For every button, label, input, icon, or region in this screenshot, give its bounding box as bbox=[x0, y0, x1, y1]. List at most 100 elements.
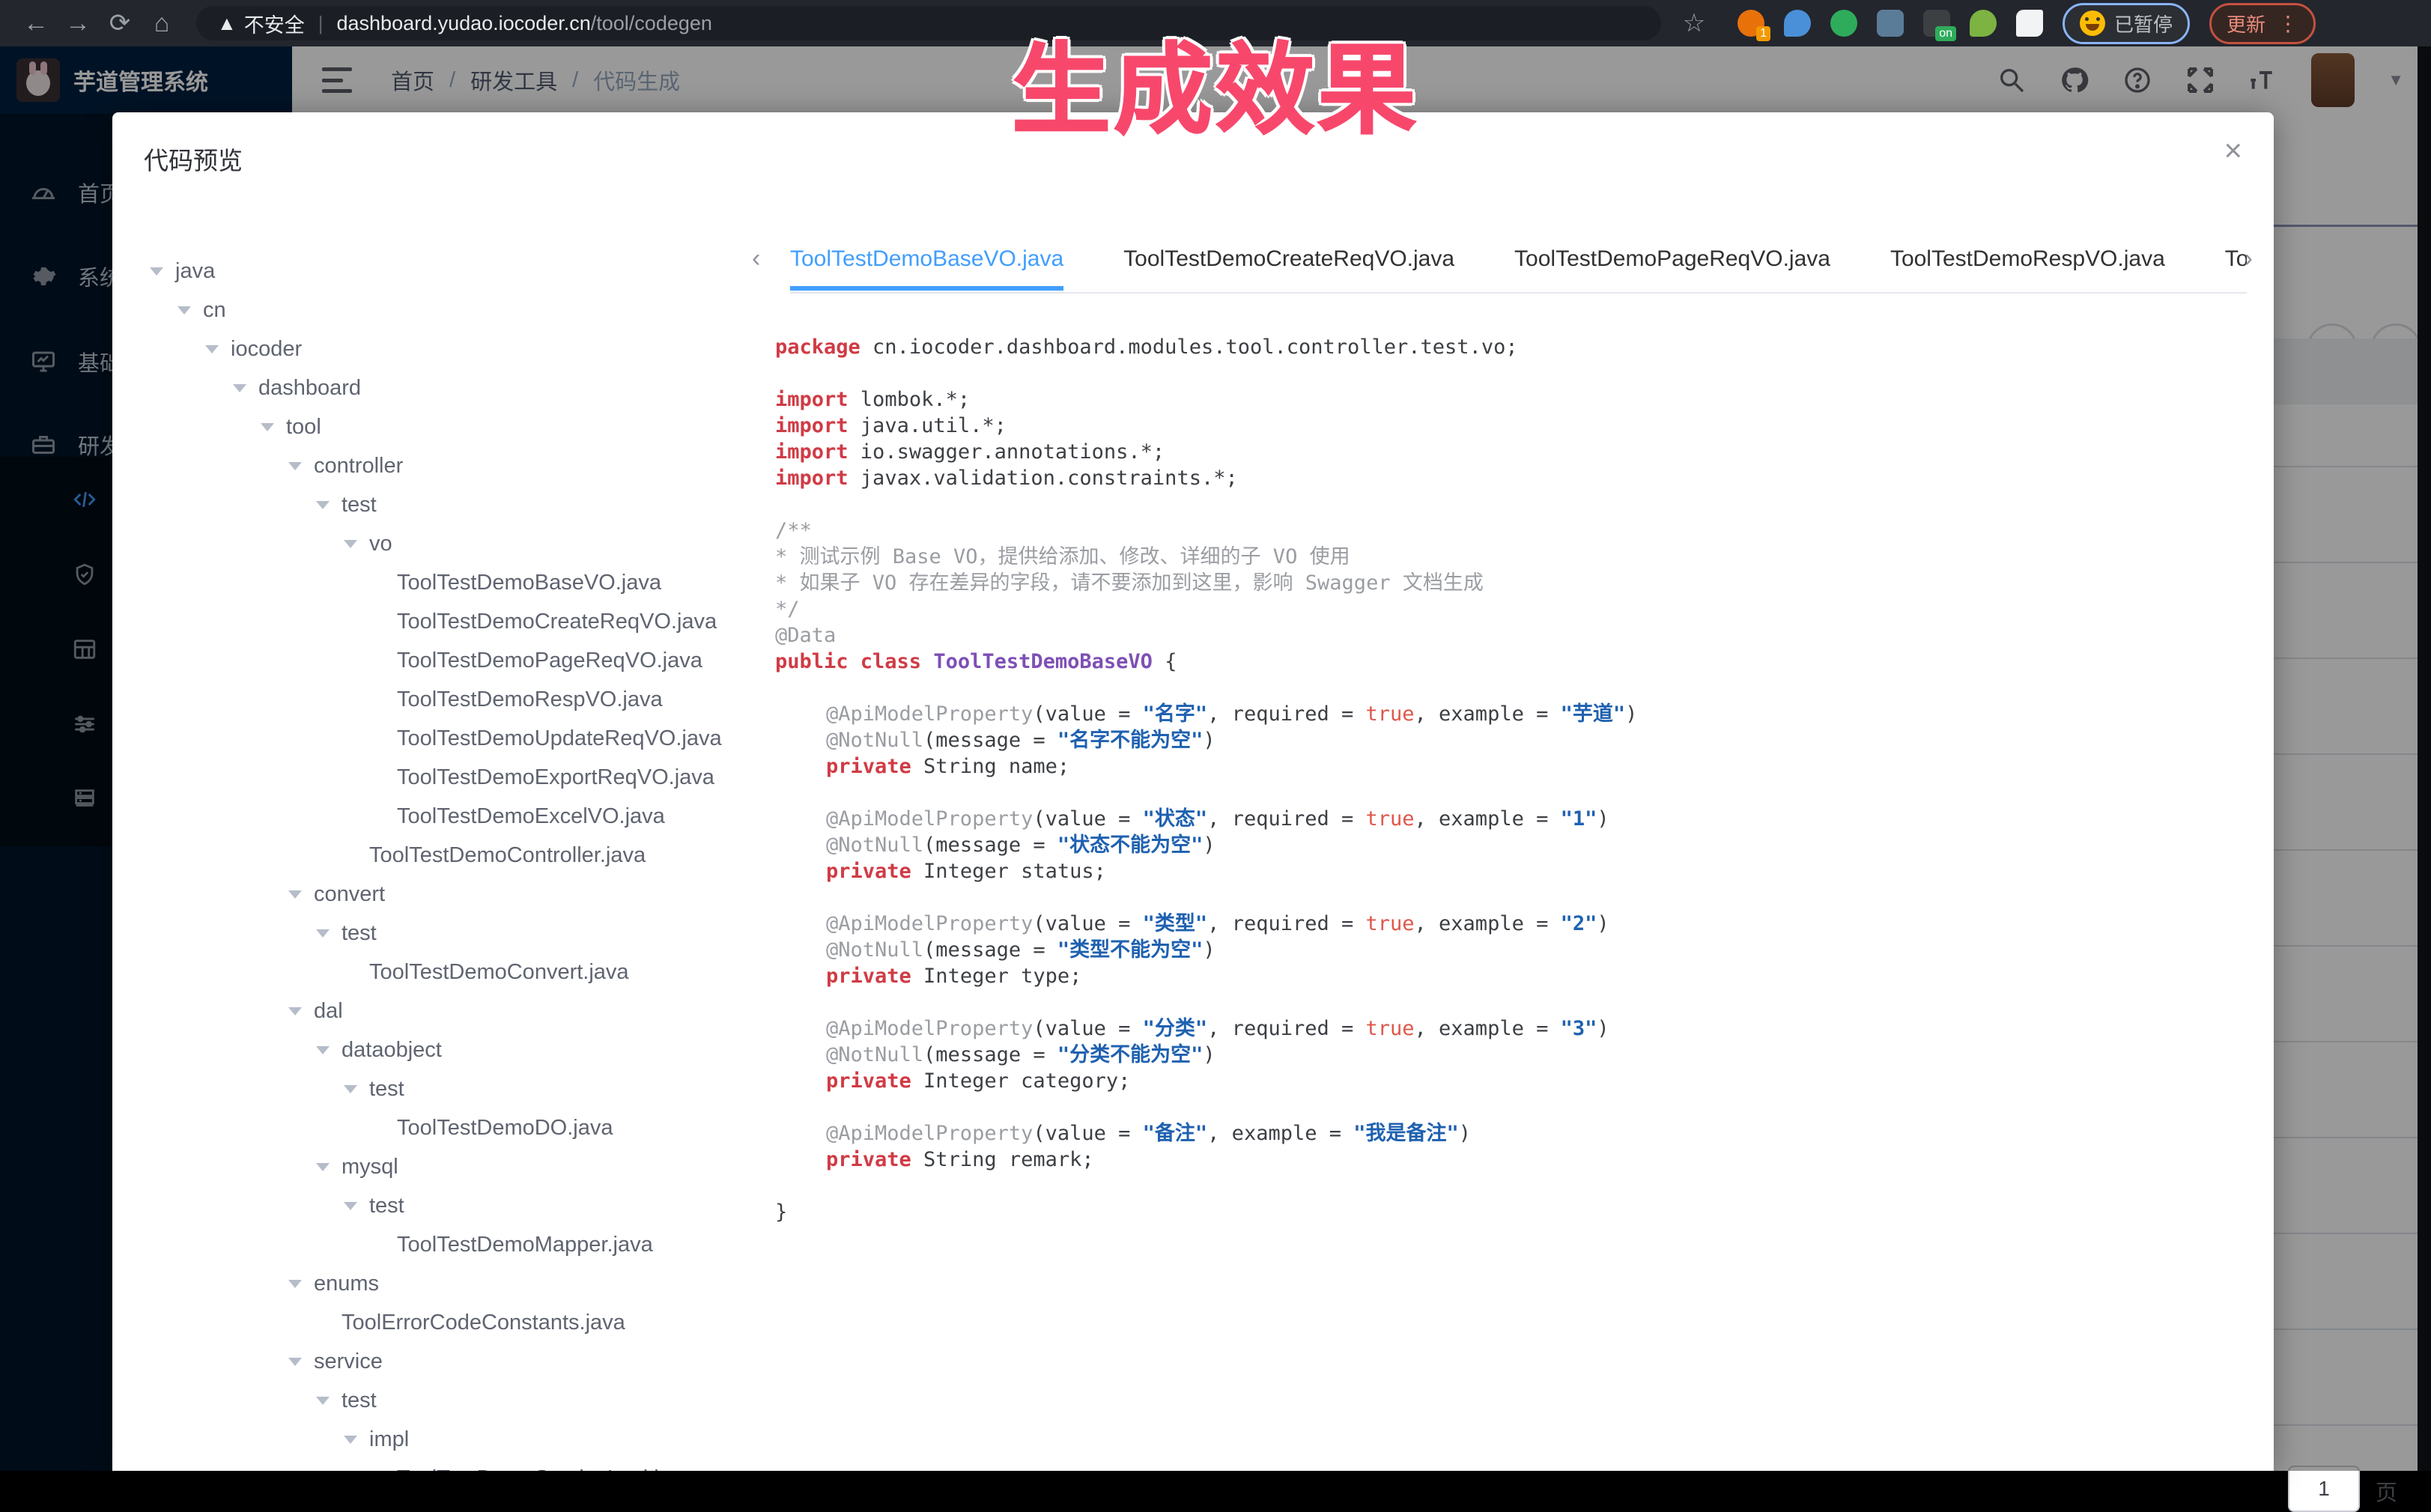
tree-expand-caret-icon[interactable] bbox=[288, 1280, 302, 1288]
tree-node-label: service bbox=[314, 1349, 383, 1374]
code-line: import lombok.*; bbox=[775, 386, 2243, 413]
code-line: import javax.validation.constraints.*; bbox=[775, 465, 2243, 491]
tree-node-label: test bbox=[342, 493, 377, 517]
tree-dir-convert[interactable]: convert bbox=[112, 875, 749, 914]
tree-node-label: ToolTestDemoConvert.java bbox=[369, 960, 629, 985]
code-line bbox=[775, 1173, 2243, 1199]
tabs-scroll-area: ToolTestDemoBaseVO.java ToolTestDemoCreat… bbox=[790, 232, 2247, 294]
tree-dir-test[interactable]: test bbox=[112, 1069, 749, 1108]
tree-file-ToolTestDemoController.java[interactable]: ToolTestDemoController.java bbox=[112, 836, 749, 875]
tree-expand-caret-icon[interactable] bbox=[316, 1046, 330, 1054]
tree-node-label: mysql bbox=[342, 1155, 398, 1179]
tree-file-ToolTestDemoExcelVO.java[interactable]: ToolTestDemoExcelVO.java bbox=[112, 797, 749, 836]
tree-file-ToolTestDemoServiceImpl.java[interactable]: ToolTestDemoServiceImpl.java bbox=[112, 1459, 749, 1471]
code-line: private Integer type; bbox=[775, 963, 2243, 989]
tree-file-ToolTestDemoExportReqVO.java[interactable]: ToolTestDemoExportReqVO.java bbox=[112, 758, 749, 797]
page-jump-label: 页 bbox=[2376, 1475, 2397, 1507]
tree-expand-caret-icon[interactable] bbox=[316, 1163, 330, 1171]
page-jump-input[interactable]: 1 bbox=[2288, 1466, 2360, 1512]
code-line bbox=[775, 675, 2243, 701]
tree-file-ToolTestDemoUpdateReqVO.java[interactable]: ToolTestDemoUpdateReqVO.java bbox=[112, 719, 749, 758]
tree-node-label: test bbox=[369, 1077, 404, 1102]
tree-file-ToolTestDemoRespVO.java[interactable]: ToolTestDemoRespVO.java bbox=[112, 680, 749, 719]
tree-dir-test[interactable]: test bbox=[112, 914, 749, 953]
tree-dir-dataobject[interactable]: dataobject bbox=[112, 1030, 749, 1069]
tree-expand-caret-icon[interactable] bbox=[316, 501, 330, 509]
tree-dir-iocoder[interactable]: iocoder bbox=[112, 330, 749, 368]
tree-node-label: ToolTestDemoServiceImpl.java bbox=[397, 1466, 694, 1472]
tree-dir-test[interactable]: test bbox=[112, 1381, 749, 1420]
tree-dir-mysql[interactable]: mysql bbox=[112, 1147, 749, 1186]
code-line: * 测试示例 Base VO，提供给添加、修改、详细的子 VO 使用 bbox=[775, 544, 2243, 570]
tab-ToolTestDemoCreateReqVO.java[interactable]: ToolTestDemoCreateReqVO.java bbox=[1123, 232, 1454, 291]
tree-dir-java[interactable]: java bbox=[112, 252, 749, 291]
code-line bbox=[775, 491, 2243, 517]
tab-ToolTestDemoRespVO.java[interactable]: ToolTestDemoRespVO.java bbox=[1890, 232, 2165, 291]
tree-node-label: java bbox=[175, 259, 215, 284]
code-line: private Integer status; bbox=[775, 858, 2243, 884]
tree-node-label: ToolTestDemoDO.java bbox=[397, 1116, 613, 1141]
tree-file-ToolTestDemoDO.java[interactable]: ToolTestDemoDO.java bbox=[112, 1108, 749, 1147]
tree-dir-dal[interactable]: dal bbox=[112, 992, 749, 1030]
tree-expand-caret-icon[interactable] bbox=[344, 1436, 357, 1444]
code-line: @NotNull(message = "状态不能为空") bbox=[775, 832, 2243, 858]
code-line: public class ToolTestDemoBaseVO { bbox=[775, 649, 2243, 675]
tree-file-ToolTestDemoMapper.java[interactable]: ToolTestDemoMapper.java bbox=[112, 1225, 749, 1264]
tree-expand-caret-icon[interactable] bbox=[344, 1202, 357, 1210]
tree-expand-caret-icon[interactable] bbox=[288, 890, 302, 899]
tree-node-label: test bbox=[369, 1194, 404, 1218]
code-line: @ApiModelProperty(value = "类型", required… bbox=[775, 911, 2243, 937]
tree-file-ToolTestDemoPageReqVO.java[interactable]: ToolTestDemoPageReqVO.java bbox=[112, 641, 749, 680]
code-line: } bbox=[775, 1199, 2243, 1225]
tree-node-label: ToolTestDemoRespVO.java bbox=[397, 687, 663, 712]
tree-expand-caret-icon[interactable] bbox=[288, 1007, 302, 1015]
tree-dir-impl[interactable]: impl bbox=[112, 1420, 749, 1459]
tree-expand-caret-icon[interactable] bbox=[316, 1397, 330, 1405]
code-line: @NotNull(message = "名字不能为空") bbox=[775, 727, 2243, 753]
tree-node-label: convert bbox=[314, 882, 385, 907]
file-tabs: ‹ ToolTestDemoBaseVO.java ToolTestDemoCre… bbox=[749, 232, 2274, 292]
tabs-scroll-left-icon[interactable]: ‹ bbox=[752, 244, 760, 273]
tree-expand-caret-icon[interactable] bbox=[177, 306, 191, 315]
tree-node-label: tool bbox=[286, 415, 321, 440]
tree-expand-caret-icon[interactable] bbox=[344, 540, 357, 548]
tree-expand-caret-icon[interactable] bbox=[344, 1085, 357, 1093]
tabs-scroll-right-icon[interactable]: › bbox=[2245, 244, 2253, 273]
tree-dir-tool[interactable]: tool bbox=[112, 407, 749, 446]
tree-expand-caret-icon[interactable] bbox=[150, 267, 163, 276]
tree-dir-service[interactable]: service bbox=[112, 1342, 749, 1381]
tree-expand-caret-icon[interactable] bbox=[233, 384, 246, 392]
tree-node-label: iocoder bbox=[231, 337, 302, 362]
tree-dir-dashboard[interactable]: dashboard bbox=[112, 368, 749, 407]
tree-node-label: test bbox=[342, 1388, 377, 1413]
tree-dir-enums[interactable]: enums bbox=[112, 1264, 749, 1303]
tree-dir-cn[interactable]: cn bbox=[112, 291, 749, 330]
tree-dir-controller[interactable]: controller bbox=[112, 446, 749, 485]
tab-ToolTestDemoUpdateReqVO.java[interactable]: ToolTestDemoUpdateReqVO.java bbox=[2225, 232, 2247, 291]
code-line: @ApiModelProperty(value = "备注", example … bbox=[775, 1120, 2243, 1147]
code-line: */ bbox=[775, 596, 2243, 622]
tree-expand-caret-icon[interactable] bbox=[288, 1358, 302, 1366]
tree-expand-caret-icon[interactable] bbox=[288, 462, 302, 470]
tab-ToolTestDemoPageReqVO.java[interactable]: ToolTestDemoPageReqVO.java bbox=[1514, 232, 1830, 291]
code-preview-modal: 代码预览 × javacniocoderdashboardtoolcontrol… bbox=[112, 112, 2274, 1471]
tree-expand-caret-icon[interactable] bbox=[205, 345, 219, 353]
code-line: package cn.iocoder.dashboard.modules.too… bbox=[775, 334, 2243, 360]
tree-dir-test[interactable]: test bbox=[112, 1186, 749, 1225]
tree-node-label: ToolTestDemoUpdateReqVO.java bbox=[397, 726, 722, 751]
tree-node-label: ToolTestDemoCreateReqVO.java bbox=[397, 610, 717, 634]
tree-dir-test[interactable]: test bbox=[112, 485, 749, 524]
tree-dir-vo[interactable]: vo bbox=[112, 524, 749, 563]
tree-file-ToolTestDemoCreateReqVO.java[interactable]: ToolTestDemoCreateReqVO.java bbox=[112, 602, 749, 641]
code-line bbox=[775, 884, 2243, 911]
tree-node-label: ToolTestDemoExportReqVO.java bbox=[397, 765, 714, 790]
tab-ToolTestDemoBaseVO.java[interactable]: ToolTestDemoBaseVO.java bbox=[790, 232, 1063, 291]
tree-file-ToolTestDemoConvert.java[interactable]: ToolTestDemoConvert.java bbox=[112, 953, 749, 992]
code-line: @NotNull(message = "分类不能为空") bbox=[775, 1042, 2243, 1068]
tree-node-label: dal bbox=[314, 999, 343, 1024]
code-line: @NotNull(message = "类型不能为空") bbox=[775, 937, 2243, 963]
tree-file-ToolTestDemoBaseVO.java[interactable]: ToolTestDemoBaseVO.java bbox=[112, 563, 749, 602]
tree-expand-caret-icon[interactable] bbox=[316, 929, 330, 938]
tree-expand-caret-icon[interactable] bbox=[261, 423, 274, 431]
tree-file-ToolErrorCodeConstants.java[interactable]: ToolErrorCodeConstants.java bbox=[112, 1303, 749, 1342]
